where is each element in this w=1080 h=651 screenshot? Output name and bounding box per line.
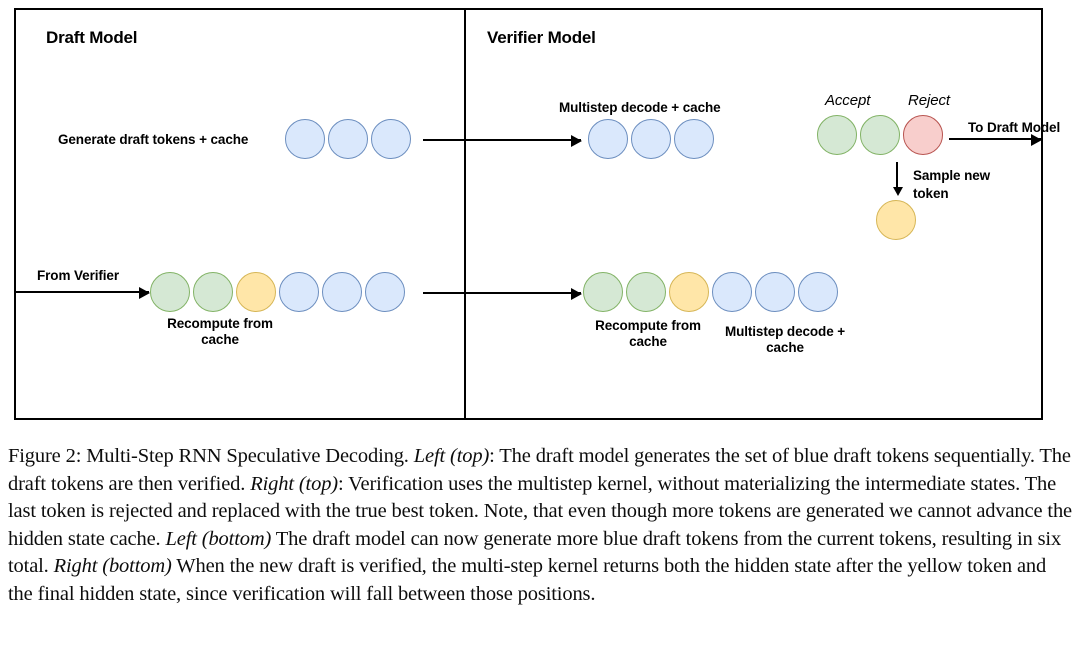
- sampled-token-row: [876, 200, 919, 240]
- token-blue: [755, 272, 795, 312]
- token-green-accept: [860, 115, 900, 155]
- accept-label: Accept: [825, 92, 871, 109]
- figure-caption: Figure 2: Multi-Step RNN Speculative Dec…: [8, 443, 1072, 608]
- multistep-decode-cache-label-bottom-line1: Multistep decode +: [724, 324, 846, 339]
- sample-new-token-label-line1: Sample new: [913, 168, 991, 183]
- draft-to-verifier-arrow-top: [423, 135, 582, 147]
- token-blue: [285, 119, 325, 159]
- draft-to-verifier-arrow-bottom: [423, 288, 582, 300]
- multistep-decode-cache-label-top: Multistep decode + cache: [559, 100, 721, 115]
- draft-bottom-token-row: [150, 272, 408, 312]
- token-blue: [674, 119, 714, 159]
- token-green: [583, 272, 623, 312]
- caption-right-bottom: Right (bottom): [53, 555, 172, 577]
- token-blue: [328, 119, 368, 159]
- token-red-reject: [903, 115, 943, 155]
- from-verifier-arrow: [15, 287, 150, 299]
- token-yellow-sampled: [876, 200, 916, 240]
- to-draft-model-label: To Draft Model: [968, 120, 1061, 135]
- token-blue: [588, 119, 628, 159]
- verifier-bottom-token-row: [583, 272, 841, 312]
- caption-left-top: Left (top): [413, 445, 490, 467]
- verdict-token-row: [817, 115, 946, 155]
- to-draft-model-arrow: [949, 134, 1042, 146]
- figure-diagram: Draft Model Verifier Model Generate draf…: [0, 0, 1080, 440]
- token-blue: [631, 119, 671, 159]
- caption-right-top: Right (top): [250, 472, 338, 495]
- caption-figure-label: Figure 2:: [8, 445, 82, 467]
- multistep-decode-cache-label-bottom-line2: cache: [766, 340, 804, 355]
- from-verifier-label: From Verifier: [37, 268, 119, 283]
- verifier-top-token-row: [588, 119, 717, 159]
- caption-title: Multi-Step RNN Speculative Decoding.: [86, 445, 409, 467]
- token-yellow: [669, 272, 709, 312]
- token-green-accept: [817, 115, 857, 155]
- generate-draft-tokens-label: Generate draft tokens + cache: [58, 132, 249, 147]
- draft-top-token-row: [285, 119, 414, 159]
- draft-model-panel-title: Draft Model: [46, 28, 138, 47]
- recompute-from-cache-label-left-line1: Recompute from: [167, 316, 273, 331]
- token-green: [626, 272, 666, 312]
- token-blue: [712, 272, 752, 312]
- token-green: [193, 272, 233, 312]
- reject-label: Reject: [908, 92, 950, 109]
- token-green: [150, 272, 190, 312]
- panel-divider: [464, 8, 466, 420]
- caption-left-bottom: Left (bottom): [165, 527, 272, 550]
- token-yellow: [236, 272, 276, 312]
- token-blue: [371, 119, 411, 159]
- sample-new-token-arrow: [893, 162, 903, 196]
- token-blue: [798, 272, 838, 312]
- token-blue: [365, 272, 405, 312]
- verifier-model-panel-title: Verifier Model: [487, 28, 596, 47]
- recompute-from-cache-label-left-line2: cache: [201, 332, 239, 347]
- token-blue: [279, 272, 319, 312]
- token-blue: [322, 272, 362, 312]
